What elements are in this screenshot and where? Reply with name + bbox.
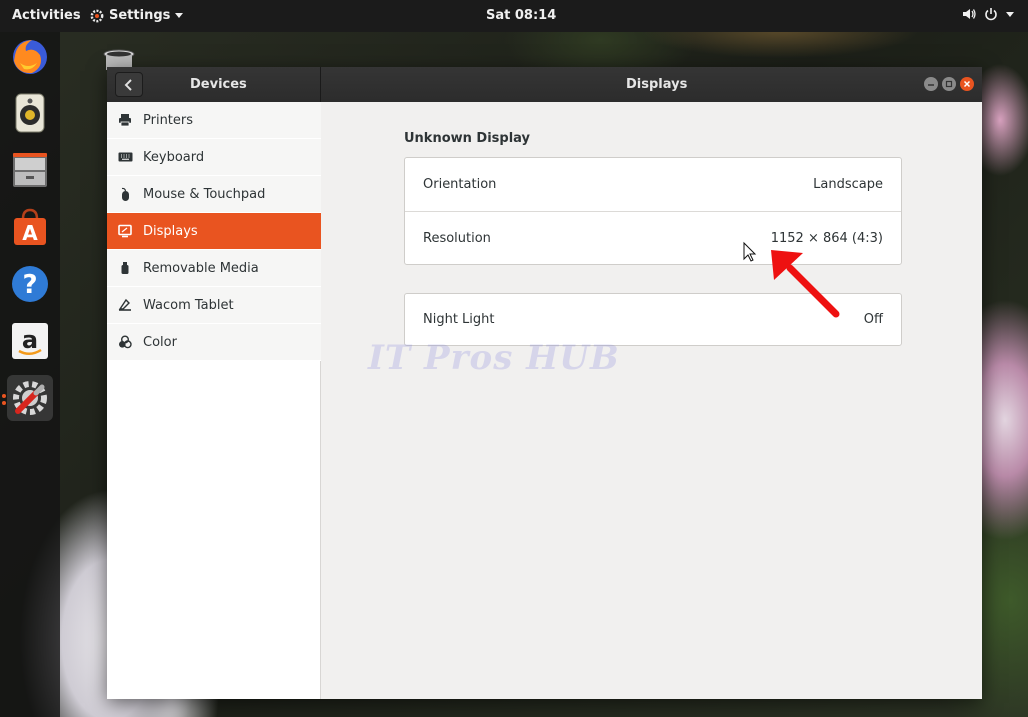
resolution-value: 1152 × 864 (4:3) xyxy=(770,230,883,246)
sidebar-item-label: Mouse & Touchpad xyxy=(143,186,266,202)
minimize-icon xyxy=(928,84,934,86)
sidebar-item-label: Printers xyxy=(143,112,194,128)
dock-files[interactable] xyxy=(7,147,53,193)
orientation-row[interactable]: Orientation Landscape xyxy=(405,158,901,211)
printer-icon xyxy=(107,113,143,127)
usb-drive-icon xyxy=(107,261,143,275)
sidebar-item-label: Displays xyxy=(143,223,198,239)
sidebar-header: Devices xyxy=(107,67,321,102)
sidebar-item-mouse-touchpad[interactable]: Mouse & Touchpad xyxy=(107,176,321,213)
display-settings-list: Orientation Landscape Resolution 1152 × … xyxy=(404,157,902,265)
activities-button[interactable]: Activities xyxy=(12,8,81,23)
dock-amazon[interactable]: a xyxy=(7,318,53,364)
maximize-button[interactable] xyxy=(942,77,956,91)
app-menu[interactable]: Settings xyxy=(90,8,184,23)
firefox-icon xyxy=(13,40,47,74)
top-bar: Activities Settings Sat 08:14 xyxy=(0,0,1028,32)
sidebar-item-keyboard[interactable]: Keyboard xyxy=(107,139,321,176)
close-button[interactable] xyxy=(960,77,974,91)
sidebar-item-color[interactable]: Color xyxy=(107,324,321,361)
dock-help[interactable]: ? xyxy=(7,261,53,307)
power-icon xyxy=(985,8,997,21)
chevron-left-icon xyxy=(124,78,132,91)
color-icon xyxy=(107,335,143,349)
file-cabinet-icon xyxy=(13,153,47,187)
sidebar-item-label: Wacom Tablet xyxy=(143,297,234,313)
svg-text:A: A xyxy=(22,221,38,245)
question-icon: ? xyxy=(12,266,48,302)
settings-window: Devices Displays Printers Keyboard Mouse… xyxy=(107,67,982,699)
running-indicator xyxy=(2,401,6,405)
sidebar-item-removable-media[interactable]: Removable Media xyxy=(107,250,321,287)
volume-icon xyxy=(963,9,976,19)
displays-panel: Unknown Display Orientation Landscape Re… xyxy=(322,102,982,699)
svg-text:a: a xyxy=(22,326,38,354)
maximize-icon xyxy=(945,80,953,88)
dock-settings[interactable] xyxy=(7,375,53,421)
orientation-label: Orientation xyxy=(423,177,497,192)
chevron-down-icon xyxy=(1006,11,1014,17)
night-light-value: Off xyxy=(863,312,883,327)
gear-icon xyxy=(90,9,104,22)
window-controls xyxy=(924,77,974,91)
sidebar-item-wacom-tablet[interactable]: Wacom Tablet xyxy=(107,287,321,324)
running-indicator xyxy=(2,394,6,398)
panel-title: Displays xyxy=(626,77,688,92)
display-name: Unknown Display xyxy=(404,131,531,146)
app-menu-label: Settings xyxy=(109,8,171,23)
clock[interactable]: Sat 08:14 xyxy=(486,8,556,23)
dock: A ? a xyxy=(0,32,60,717)
orientation-value: Landscape xyxy=(813,177,883,192)
sidebar-item-displays[interactable]: Displays xyxy=(107,213,321,250)
minimize-button[interactable] xyxy=(924,77,938,91)
watermark: IT Pros HUB xyxy=(368,338,620,378)
keyboard-icon xyxy=(107,151,143,163)
sidebar-item-label: Keyboard xyxy=(143,149,205,165)
sidebar-title: Devices xyxy=(190,77,247,92)
resolution-label: Resolution xyxy=(423,230,491,246)
dock-rhythmbox[interactable] xyxy=(7,90,53,136)
svg-text:?: ? xyxy=(22,270,37,300)
tablet-icon xyxy=(107,298,143,312)
chevron-down-icon xyxy=(175,13,184,18)
resolution-row[interactable]: Resolution 1152 × 864 (4:3) xyxy=(405,211,901,264)
night-light-label: Night Light xyxy=(423,312,495,327)
sidebar-item-label: Color xyxy=(143,334,177,350)
system-tray[interactable] xyxy=(962,7,1014,21)
amazon-icon: a xyxy=(12,323,48,359)
back-button[interactable] xyxy=(115,72,143,97)
mouse-icon xyxy=(107,187,143,202)
speaker-icon xyxy=(15,93,45,133)
dock-software[interactable]: A xyxy=(7,204,53,250)
wrench-icon xyxy=(13,381,47,415)
dock-firefox[interactable] xyxy=(7,34,53,80)
shopping-bag-icon: A xyxy=(14,208,46,245)
sidebar-item-printers[interactable]: Printers xyxy=(107,102,321,139)
sidebar: Printers Keyboard Mouse & Touchpad Displ… xyxy=(107,102,321,699)
sidebar-item-label: Removable Media xyxy=(143,260,259,276)
header-bar: Devices Displays xyxy=(107,67,982,102)
display-icon xyxy=(107,224,143,238)
close-icon xyxy=(963,80,971,88)
